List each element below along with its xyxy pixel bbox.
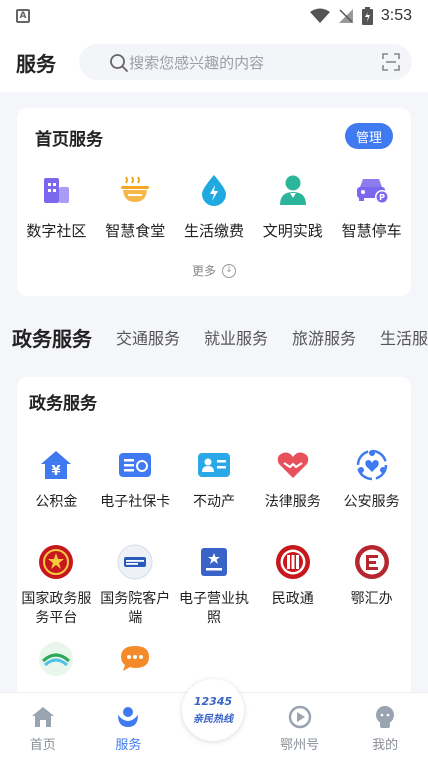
water-drop-icon [197, 173, 231, 207]
tab-traffic-services[interactable]: 交通服务 [116, 325, 180, 349]
gov-item-national-platform[interactable]: 国家政务服务平台 [17, 544, 96, 641]
more-link[interactable]: 更多 ↓ [17, 262, 411, 279]
wifi-icon [309, 8, 330, 23]
gov-item-label: 公安服务 [343, 494, 400, 510]
home-services-card: 首页服务 管理 数字社区 智慧食堂 生活缴费 文明实践 P 智慧停车 更多 ↓ [17, 108, 411, 296]
nav-profile[interactable]: 我的 [342, 693, 428, 762]
id-card-icon [196, 447, 232, 483]
nav-service[interactable]: 服务 [86, 693, 172, 762]
home-services-title: 首页服务 [35, 130, 103, 150]
page-title: 服务 [16, 51, 56, 76]
gov-item-label: 公积金 [35, 494, 78, 510]
battery-icon [361, 7, 373, 25]
scan-icon[interactable] [382, 53, 400, 71]
gov-item-chat[interactable] [96, 641, 175, 697]
tab-employment-services[interactable]: 就业服务 [204, 325, 268, 349]
gov-item-civil-affairs[interactable]: 民政通 [253, 544, 332, 641]
category-tabs: 政务服务 交通服务 就业服务 旅游服务 生活服 [0, 315, 428, 359]
service-utility-payment[interactable]: 生活缴费 [175, 173, 254, 241]
signal-icon [338, 9, 353, 23]
service-digital-community[interactable]: 数字社区 [17, 173, 96, 241]
app-logo-icon [38, 641, 74, 677]
bowl-icon [118, 173, 152, 207]
svg-text:¥: ¥ [52, 464, 61, 479]
gov-item-business-license[interactable]: 电子营业执照 [175, 544, 254, 641]
notification-icon: A [16, 9, 30, 23]
gov-item-real-estate[interactable]: 不动产 [175, 447, 254, 544]
home-icon [31, 707, 54, 727]
search-input[interactable]: 搜索您感兴趣的内容 [79, 44, 412, 80]
gov-item-label: 民政通 [271, 591, 314, 607]
ehuiban-icon [354, 544, 390, 580]
hotline-text: 亲民热线 [193, 714, 233, 725]
tab-tourism-services[interactable]: 旅游服务 [292, 325, 356, 349]
service-label: 数字社区 [26, 222, 87, 240]
tab-life-services[interactable]: 生活服 [380, 325, 428, 349]
civil-affairs-icon [275, 544, 311, 580]
chat-bubble-icon [117, 641, 153, 677]
gov-services-title: 政务服务 [29, 394, 97, 414]
gov-item-ehuiban[interactable]: 鄂汇办 [332, 544, 411, 641]
gov-item-label: 鄂汇办 [350, 591, 393, 607]
gov-item-label: 电子营业执照 [179, 591, 249, 626]
gov-item-label: 法律服务 [264, 494, 321, 510]
nav-ezhou-hao[interactable]: 鄂州号 [257, 693, 343, 762]
building-icon [39, 173, 73, 207]
person-icon [276, 173, 310, 207]
status-bar: A 3:53 [0, 0, 428, 32]
service-civilization-practice[interactable]: 文明实践 [253, 173, 332, 241]
service-label: 生活缴费 [183, 222, 244, 240]
nav-label: 服务 [115, 738, 142, 753]
national-emblem-icon [38, 544, 74, 580]
service-label: 智慧停车 [341, 222, 402, 240]
svg-text:P: P [379, 193, 385, 202]
hotline-number: 12345 [193, 695, 233, 708]
header: 服务 搜索您感兴趣的内容 [0, 32, 428, 92]
gov-item-label: 电子社保卡 [100, 494, 171, 510]
search-placeholder: 搜索您感兴趣的内容 [129, 53, 265, 72]
car-parking-icon: P [355, 173, 389, 207]
gov-item-housing-fund[interactable]: ¥ 公积金 [17, 447, 96, 544]
gov-item-label: 国家政务服务平台 [21, 591, 92, 626]
gov-item-legal-services[interactable]: 法律服务 [253, 447, 332, 544]
gov-item-social-security-card[interactable]: 电子社保卡 [96, 447, 175, 544]
play-icon [288, 705, 311, 729]
manage-button[interactable]: 管理 [345, 123, 393, 149]
gov-services-card: 政务服务 ¥ 公积金 电子社保卡 不动产 法律服务 公安服务 国家政务服务平台 … [17, 377, 411, 697]
service-label: 文明实践 [262, 222, 323, 240]
nav-label: 鄂州号 [280, 738, 320, 753]
profile-icon [376, 706, 395, 728]
card-icon [117, 447, 153, 483]
gov-item-label: 国务院客户端 [100, 591, 171, 626]
tab-gov-services[interactable]: 政务服务 [12, 323, 92, 352]
nav-label: 我的 [372, 738, 399, 753]
service-icon [118, 707, 139, 727]
service-smart-parking[interactable]: P 智慧停车 [332, 173, 411, 241]
service-label: 智慧食堂 [105, 222, 166, 240]
nav-label: 首页 [29, 738, 56, 753]
gov-item-label: 不动产 [193, 494, 235, 510]
nav-home[interactable]: 首页 [0, 693, 86, 762]
chevron-down-icon: ↓ [222, 263, 236, 278]
more-label: 更多 [191, 264, 216, 278]
gov-item-app-logo[interactable] [17, 641, 96, 697]
police-badge-icon [354, 447, 390, 483]
gov-item-public-security[interactable]: 公安服务 [332, 447, 411, 544]
service-smart-canteen[interactable]: 智慧食堂 [96, 173, 175, 241]
heart-hands-icon [275, 447, 311, 483]
state-council-icon [117, 544, 153, 580]
hotline-button[interactable]: 12345 亲民热线 [182, 679, 244, 741]
status-time: 3:53 [380, 7, 412, 24]
house-yuan-icon: ¥ [38, 447, 74, 483]
gov-item-state-council-client[interactable]: 国务院客户端 [96, 544, 175, 641]
search-icon [110, 54, 128, 72]
license-icon [196, 544, 232, 580]
